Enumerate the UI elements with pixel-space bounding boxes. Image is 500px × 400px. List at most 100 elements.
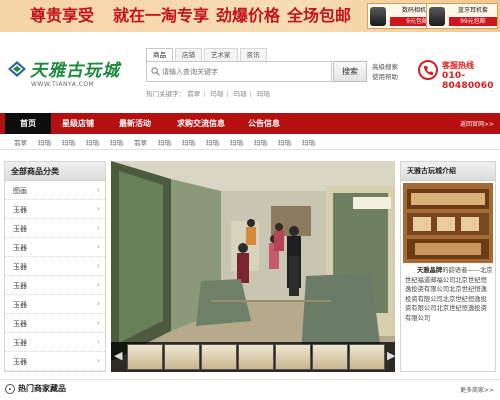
intro-text: 天雅晶牌的韵语者——北京世纪福道邮福公司北京世纪恒逸投资有限公司北京世纪恒逸投资… <box>405 266 493 324</box>
category-label: 玉器 <box>13 282 27 290</box>
intro-panel: 天雅古玩城介绍 天雅晶牌的韵语者——北京世纪福道邮福公司北京世纪恒逸投资有限公司… <box>400 161 496 372</box>
slide-thumbnail[interactable] <box>164 344 200 370</box>
subnav-link[interactable]: 玛瑙 <box>278 137 291 147</box>
featured-title: 热门商家藏品 <box>18 384 66 393</box>
chevron-right-icon: › <box>96 185 100 194</box>
chevron-right-icon: › <box>96 280 100 289</box>
slide-thumbnail[interactable] <box>312 344 348 370</box>
hotline-number: 010-80480060 <box>442 71 494 91</box>
category-panel: 全部商品分类 图画 › 玉器 › 玉器 › 玉器 › 玉器 › 玉器 › 玉器 › 玉器 › 玉… <box>4 161 106 372</box>
slide-thumbnail[interactable] <box>127 344 163 370</box>
category-item[interactable]: 玉器 › <box>5 238 105 257</box>
slide-thumbnail[interactable] <box>275 344 311 370</box>
promo-text-1: 尊贵享受 <box>30 6 95 25</box>
nav-latest-events[interactable]: 最新活动 <box>111 113 159 134</box>
category-label: 玉器 <box>13 244 27 252</box>
search-input[interactable] <box>162 65 327 79</box>
promo-text-4: 全场包邮 <box>287 6 352 25</box>
camera-bag-image <box>370 7 386 26</box>
nav-star-shops[interactable]: 星级店铺 <box>55 113 101 134</box>
category-item[interactable]: 玉器 › <box>5 295 105 314</box>
target-icon <box>5 384 15 394</box>
slide-thumbnail[interactable] <box>201 344 237 370</box>
subnav-link[interactable]: 玛瑙 <box>158 137 171 147</box>
more-shops-link[interactable]: 更多商家>> <box>460 385 494 394</box>
search-button[interactable]: 搜索 <box>333 61 367 82</box>
category-item[interactable]: 图画 › <box>5 181 105 200</box>
gallery-slideshow[interactable] <box>111 161 395 372</box>
category-item[interactable]: 玉器 › <box>5 333 105 352</box>
chevron-right-icon: › <box>96 261 100 270</box>
intro-image <box>403 183 493 263</box>
hot-keyword[interactable]: 玛瑙 <box>257 90 270 98</box>
search-tab-news[interactable]: 资讯 <box>239 48 267 61</box>
category-item[interactable]: 玉器 › <box>5 257 105 276</box>
category-label: 玉器 <box>13 339 27 347</box>
site-url: WWW.TIANYA.COM <box>31 81 95 88</box>
hot-keyword[interactable]: 玛瑙 <box>234 90 247 98</box>
intro-lead: 天雅晶牌 <box>417 267 443 274</box>
logo-icon <box>8 61 26 77</box>
nav-announcements[interactable]: 公告信息 <box>240 113 288 134</box>
category-item[interactable]: 玉器 › <box>5 352 105 371</box>
chevron-right-icon: › <box>96 223 100 232</box>
category-label: 图画 <box>13 187 27 195</box>
search-tab-goods[interactable]: 商品 <box>146 48 173 61</box>
chevron-right-icon: › <box>96 356 100 365</box>
category-label: 玉器 <box>13 301 27 309</box>
subnav-link[interactable]: 玛瑙 <box>182 137 195 147</box>
chevron-right-icon: › <box>96 337 100 346</box>
promo-text-3: 劲爆价格 <box>216 6 281 25</box>
subnav-link[interactable]: 翡翠 <box>14 137 27 147</box>
hot-keyword[interactable]: 玛瑙 <box>210 90 223 98</box>
advanced-search-link[interactable]: 高级搜索 <box>372 62 398 72</box>
search-icon <box>151 67 160 76</box>
search-tab-artists[interactable]: 艺术家 <box>204 48 238 61</box>
hot-keywords-label: 热门关键字： <box>146 90 185 98</box>
promo-banner[interactable]: 尊贵享受 就在一淘专享 劲爆价格 全场包邮 数码相机包 9元包邮 蓝牙耳机套 99元包… <box>0 0 500 32</box>
slideshow-thumbnails: ◀ ▶ <box>111 342 395 372</box>
subnav-link[interactable]: 玛瑙 <box>110 137 123 147</box>
category-label: 玉器 <box>13 358 27 366</box>
promo-product-name: 蓝牙耳机套 <box>457 7 488 14</box>
category-label: 玉器 <box>13 206 27 214</box>
chevron-right-icon: › <box>96 299 100 308</box>
subnav-link[interactable]: 玛瑙 <box>302 137 315 147</box>
return-official-link[interactable]: 返回官网>> <box>460 119 494 128</box>
site-logo[interactable]: 天雅古玩城 <box>30 56 120 81</box>
chevron-right-icon[interactable]: ▶ <box>387 349 395 362</box>
chevron-right-icon: › <box>96 242 100 251</box>
slide-thumbnail[interactable] <box>238 344 274 370</box>
chevron-left-icon[interactable]: ◀ <box>114 349 122 362</box>
nav-purchase-info[interactable]: 求购交流信息 <box>170 113 232 134</box>
category-title: 全部商品分类 <box>5 162 105 181</box>
slide-thumbnail[interactable] <box>349 344 385 370</box>
earphone-case-image <box>429 7 445 26</box>
category-item[interactable]: 玉器 › <box>5 314 105 333</box>
subnav-link[interactable]: 玛瑙 <box>38 137 51 147</box>
category-item[interactable]: 玉器 › <box>5 200 105 219</box>
category-item[interactable]: 玉器 › <box>5 276 105 295</box>
subnav-link[interactable]: 翡翠 <box>134 137 147 147</box>
category-label: 玉器 <box>13 225 27 233</box>
subnav-link[interactable]: 玛瑙 <box>62 137 75 147</box>
help-link[interactable]: 使用帮助 <box>372 72 398 82</box>
chevron-right-icon: › <box>96 204 100 213</box>
promo-slogan: 尊贵享受 就在一淘专享 劲爆价格 全场包邮 <box>30 5 358 27</box>
featured-section-header: 热门商家藏品 更多商家>> <box>0 379 500 400</box>
hot-keywords: 热门关键字： 翡翠 | 玛瑙 | 玛瑙 | 玛瑙 <box>146 90 270 98</box>
hot-keyword[interactable]: 翡翠 <box>187 90 200 98</box>
promo-product-2[interactable]: 蓝牙耳机套 99元包邮 <box>426 3 498 29</box>
category-item[interactable]: 玉器 › <box>5 219 105 238</box>
subnav-link[interactable]: 玛瑙 <box>254 137 267 147</box>
subnav-link[interactable]: 玛瑙 <box>86 137 99 147</box>
subnav-link[interactable]: 玛瑙 <box>206 137 219 147</box>
subnav-link[interactable]: 玛瑙 <box>230 137 243 147</box>
category-label: 玉器 <box>13 320 27 328</box>
nav-home[interactable]: 首页 <box>5 113 51 134</box>
promo-text-2: 就在一淘专享 <box>113 6 210 25</box>
search-box <box>146 61 332 82</box>
intro-body: 的韵语者——北京世纪福道邮福公司北京世纪恒逸投资有限公司北京世纪恒逸投资有限公司… <box>405 267 493 322</box>
search-tab-shops[interactable]: 店铺 <box>175 48 202 61</box>
gallery-photo <box>111 161 395 372</box>
